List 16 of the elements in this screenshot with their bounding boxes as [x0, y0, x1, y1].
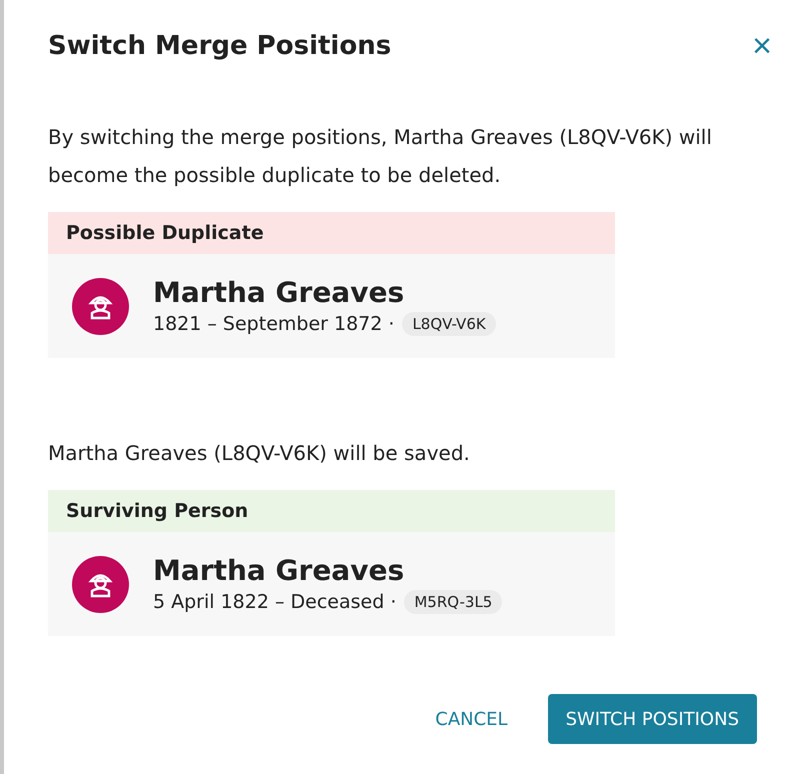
- person-icon: [72, 278, 129, 334]
- card-heading: Surviving Person: [48, 490, 615, 532]
- life-dates: 1821 – September 1872 ·: [153, 313, 394, 335]
- cancel-button[interactable]: CANCEL: [433, 694, 510, 744]
- person-icon: [72, 556, 129, 612]
- person-id: M5RQ-3L5: [404, 590, 502, 614]
- person-name: Martha Greaves: [153, 554, 406, 588]
- life-dates: 5 April 1822 – Deceased ·: [153, 591, 396, 613]
- person-name: Martha Greaves: [153, 276, 406, 310]
- message-text: By switching the merge positions, Martha Greaves (L8QV-V6K) will become the possible duplicate to be deleted.: [48, 124, 713, 189]
- person-id: L8QV-V6K: [402, 312, 496, 336]
- close-button[interactable]: ×: [752, 29, 772, 63]
- dialog-title: Switch Merge Positions: [48, 30, 392, 63]
- card-heading: Possible Duplicate: [48, 212, 615, 254]
- switch-button[interactable]: SWITCH POSITIONS: [548, 694, 757, 744]
- message-text: Martha Greaves (L8QV-V6K) will be saved.: [48, 440, 471, 467]
